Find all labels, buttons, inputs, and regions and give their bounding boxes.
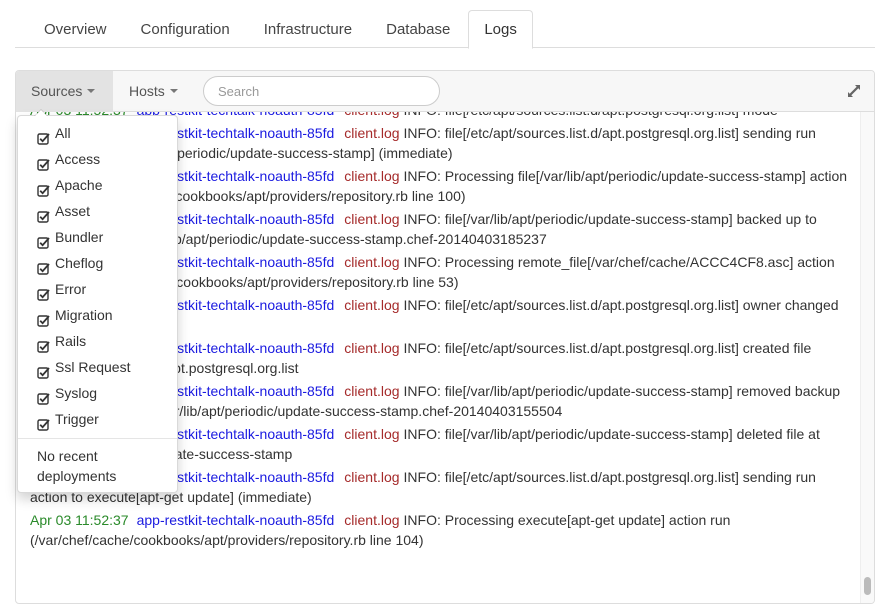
checked-checkbox-icon[interactable]	[37, 309, 50, 327]
logs-toolbar: Sources Hosts	[16, 71, 874, 112]
source-option-label: Syslog	[55, 385, 98, 401]
dropdown-divider	[18, 438, 177, 439]
source-option[interactable]: Asset	[18, 198, 177, 224]
source-option[interactable]: Ssl Request	[18, 354, 177, 380]
log-timestamp: Apr 03 11:52:37	[30, 511, 129, 528]
scrollbar-thumb[interactable]	[864, 577, 871, 595]
sources-label: Sources	[31, 83, 83, 99]
source-option[interactable]: Rails	[18, 328, 177, 354]
source-option[interactable]: Error	[18, 276, 177, 302]
tab-bar: Overview Configuration Infrastructure Da…	[15, 10, 875, 49]
caret-down-icon	[169, 89, 178, 94]
checked-checkbox-icon[interactable]	[37, 179, 50, 197]
source-option[interactable]: Apache	[18, 172, 177, 198]
source-option-label: Apache	[55, 177, 103, 193]
checked-checkbox-icon[interactable]	[37, 205, 50, 223]
tab-configuration[interactable]: Configuration	[125, 10, 246, 48]
checked-checkbox-icon[interactable]	[37, 413, 50, 431]
log-file-link[interactable]: client.log	[344, 125, 399, 141]
source-option[interactable]: Bundler	[18, 224, 177, 250]
source-option-label: Access	[55, 151, 101, 167]
log-file-link[interactable]: client.log	[344, 383, 399, 399]
source-option[interactable]: All	[18, 120, 177, 146]
source-option-label: Bundler	[55, 229, 104, 245]
checked-checkbox-icon[interactable]	[37, 231, 50, 249]
log-file-link[interactable]: client.log	[344, 297, 399, 313]
tab-logs[interactable]: Logs	[468, 10, 533, 49]
source-option-label: Cheflog	[55, 255, 104, 271]
log-file-link[interactable]: client.log	[344, 426, 399, 442]
source-option[interactable]: Trigger	[18, 406, 177, 432]
log-file-link[interactable]: client.log	[344, 168, 399, 184]
tab-database[interactable]: Database	[370, 10, 466, 48]
caret-down-icon	[87, 89, 96, 94]
checked-checkbox-icon[interactable]	[37, 153, 50, 171]
sources-dropdown-button[interactable]: Sources	[16, 71, 113, 112]
checked-checkbox-icon[interactable]	[37, 387, 50, 405]
log-scrollbar[interactable]	[860, 112, 874, 603]
log-file-link[interactable]: client.log	[344, 254, 399, 270]
log-host-link[interactable]: app-restkit-techtalk-noauth-85fd	[137, 512, 335, 528]
sources-dropdown-menu: All Access Apache Asset Bundler Cheflog Error M…	[17, 109, 178, 493]
source-option-label: Error	[55, 281, 87, 297]
log-entry: Apr 03 11:52:37 app-restkit-techtalk-noau…	[30, 510, 848, 553]
source-option-label: Migration	[55, 307, 113, 323]
log-file-link[interactable]: client.log	[344, 469, 399, 485]
checked-checkbox-icon[interactable]	[37, 257, 50, 275]
source-option[interactable]: Access	[18, 146, 177, 172]
log-file-link[interactable]: client.log	[344, 211, 399, 227]
checked-checkbox-icon[interactable]	[37, 127, 50, 145]
source-option-label: Ssl Request	[55, 359, 131, 375]
source-option-label: Rails	[55, 333, 87, 349]
source-option-label: Trigger	[55, 411, 99, 427]
log-file-link[interactable]: client.log	[344, 112, 399, 118]
log-message: INFO: file[/etc/apt/sources.list.d/apt.p…	[404, 112, 778, 118]
source-option[interactable]: Syslog	[18, 380, 177, 406]
tab-overview[interactable]: Overview	[28, 10, 123, 48]
expand-icon[interactable]	[846, 83, 862, 99]
tab-infrastructure[interactable]: Infrastructure	[248, 10, 368, 48]
source-option[interactable]: Migration	[18, 302, 177, 328]
checked-checkbox-icon[interactable]	[37, 361, 50, 379]
checked-checkbox-icon[interactable]	[37, 283, 50, 301]
hosts-dropdown-button[interactable]: Hosts	[114, 71, 193, 112]
search-input[interactable]	[203, 76, 440, 106]
source-option[interactable]: Cheflog	[18, 250, 177, 276]
no-deployments-note: No recent deployments	[37, 448, 117, 484]
log-file-link[interactable]: client.log	[344, 340, 399, 356]
source-option-label: All	[55, 125, 71, 141]
source-option-label: Asset	[55, 203, 91, 219]
hosts-label: Hosts	[129, 83, 165, 99]
log-file-link[interactable]: client.log	[344, 512, 399, 528]
checked-checkbox-icon[interactable]	[37, 335, 50, 353]
